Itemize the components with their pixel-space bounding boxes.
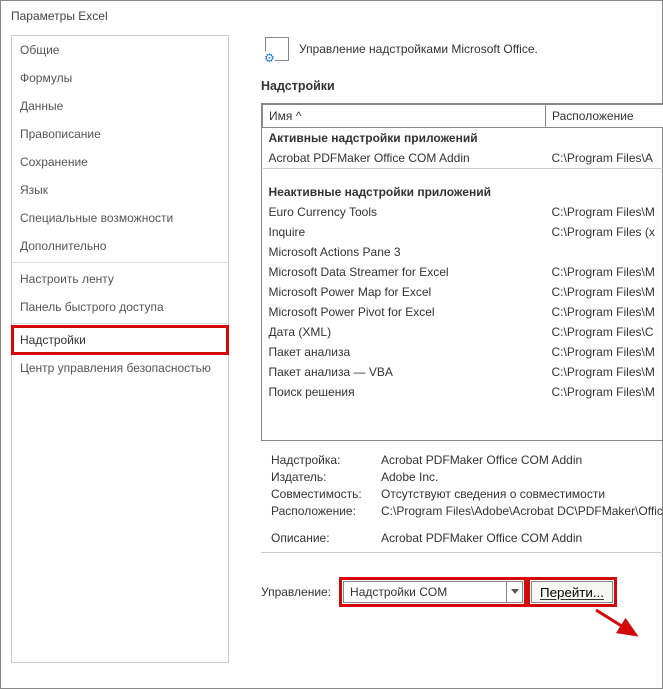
sidebar-item[interactable]: Центр управления безопасностью	[12, 354, 228, 382]
table-row[interactable]: Acrobat PDFMaker Office COM AddinC:\Prog…	[263, 148, 663, 169]
detail-publisher-label: Издатель:	[271, 470, 381, 484]
categories-sidebar: ОбщиеФормулыДанныеПравописаниеСохранение…	[11, 35, 229, 663]
addin-name-cell: Inquire	[263, 222, 546, 242]
detail-location-value: C:\Program Files\Adobe\Acrobat DC\PDFMak…	[381, 504, 663, 518]
table-row[interactable]: Microsoft Actions Pane 3	[263, 242, 663, 262]
table-row[interactable]: Microsoft Data Streamer for ExcelC:\Prog…	[263, 262, 663, 282]
addin-name-cell: Поиск решения	[263, 382, 546, 402]
sidebar-item[interactable]: Настроить ленту	[12, 265, 228, 293]
sidebar-item[interactable]: Панель быстрого доступа	[12, 293, 228, 321]
addin-location-cell: C:\Program Files (x	[546, 222, 663, 242]
section-title: Надстройки	[261, 79, 663, 93]
sidebar-item[interactable]: Сохранение	[12, 148, 228, 176]
header-text: Управление надстройками Microsoft Office…	[299, 42, 538, 56]
sidebar-separator	[12, 262, 228, 263]
addin-name-cell: Пакет анализа	[263, 342, 546, 362]
table-row[interactable]: InquireC:\Program Files (x	[263, 222, 663, 242]
sidebar-separator	[12, 323, 228, 324]
addin-name-cell: Пакет анализа — VBA	[263, 362, 546, 382]
addin-name-cell: Microsoft Actions Pane 3	[263, 242, 546, 262]
addin-location-cell: C:\Program Files\M	[546, 362, 663, 382]
window-title: Параметры Excel	[1, 1, 662, 27]
sidebar-item[interactable]: Общие	[12, 36, 228, 64]
sidebar-item[interactable]: Формулы	[12, 64, 228, 92]
addin-location-cell	[546, 242, 663, 262]
detail-compat-label: Совместимость:	[271, 487, 381, 501]
detail-addin-label: Надстройка:	[271, 453, 381, 467]
sidebar-item[interactable]: Специальные возможности	[12, 204, 228, 232]
detail-desc-value: Acrobat PDFMaker Office COM Addin	[381, 531, 663, 545]
sidebar-item[interactable]: Надстройки	[12, 326, 228, 354]
detail-desc-label: Описание:	[271, 531, 381, 545]
table-row[interactable]: Microsoft Power Map for ExcelC:\Program …	[263, 282, 663, 302]
detail-publisher-value: Adobe Inc.	[381, 470, 663, 484]
addins-table[interactable]: Имя ^ Расположение Активные надстройки п…	[261, 103, 663, 441]
table-row[interactable]: Microsoft Power Pivot for ExcelC:\Progra…	[263, 302, 663, 322]
addin-name-cell: Acrobat PDFMaker Office COM Addin	[263, 148, 546, 169]
sidebar-item[interactable]: Дополнительно	[12, 232, 228, 260]
addin-location-cell: C:\Program Files\A	[546, 148, 663, 169]
addin-location-cell: C:\Program Files\M	[546, 302, 663, 322]
sidebar-item[interactable]: Язык	[12, 176, 228, 204]
table-row[interactable]: Дата (XML)C:\Program Files\C	[263, 322, 663, 342]
detail-compat-value: Отсутствуют сведения о совместимости	[381, 487, 663, 501]
sidebar-item[interactable]: Правописание	[12, 120, 228, 148]
addin-name-cell: Microsoft Data Streamer for Excel	[263, 262, 546, 282]
addin-location-cell: C:\Program Files\M	[546, 262, 663, 282]
addin-name-cell: Дата (XML)	[263, 322, 546, 342]
addin-location-cell: C:\Program Files\C	[546, 322, 663, 342]
go-button[interactable]: Перейти...	[531, 581, 613, 603]
table-group-header: Активные надстройки приложений	[263, 128, 663, 149]
col-header-name[interactable]: Имя ^	[263, 105, 546, 128]
addins-header-icon	[265, 37, 289, 61]
addin-details-panel: Надстройка: Acrobat PDFMaker Office COM …	[261, 451, 663, 546]
detail-addin-value: Acrobat PDFMaker Office COM Addin	[381, 453, 663, 467]
annotation-arrow-icon	[591, 605, 651, 645]
table-group-header: Неактивные надстройки приложений	[263, 169, 663, 203]
addin-location-cell: C:\Program Files\M	[546, 282, 663, 302]
addin-location-cell: C:\Program Files\M	[546, 202, 663, 222]
excel-options-window: Параметры Excel ОбщиеФормулыДанныеПравоп…	[0, 0, 663, 689]
col-header-location[interactable]: Расположение	[546, 105, 663, 128]
detail-location-label: Расположение:	[271, 504, 381, 518]
divider	[261, 552, 663, 553]
table-row[interactable]: Euro Currency ToolsC:\Program Files\M	[263, 202, 663, 222]
addin-location-cell: C:\Program Files\M	[546, 382, 663, 402]
manage-combobox-value: Надстройки COM	[350, 585, 447, 599]
table-row[interactable]: Поиск решенияC:\Program Files\M	[263, 382, 663, 402]
addin-location-cell: C:\Program Files\M	[546, 342, 663, 362]
addin-name-cell: Microsoft Power Map for Excel	[263, 282, 546, 302]
table-row[interactable]: Пакет анализаC:\Program Files\M	[263, 342, 663, 362]
manage-combobox[interactable]: Надстройки COM	[343, 581, 523, 603]
addin-name-cell: Euro Currency Tools	[263, 202, 546, 222]
sidebar-item[interactable]: Данные	[12, 92, 228, 120]
table-row[interactable]: Пакет анализа — VBAC:\Program Files\M	[263, 362, 663, 382]
addin-name-cell: Microsoft Power Pivot for Excel	[263, 302, 546, 322]
chevron-down-icon[interactable]	[506, 582, 522, 602]
manage-label: Управление:	[261, 585, 331, 599]
